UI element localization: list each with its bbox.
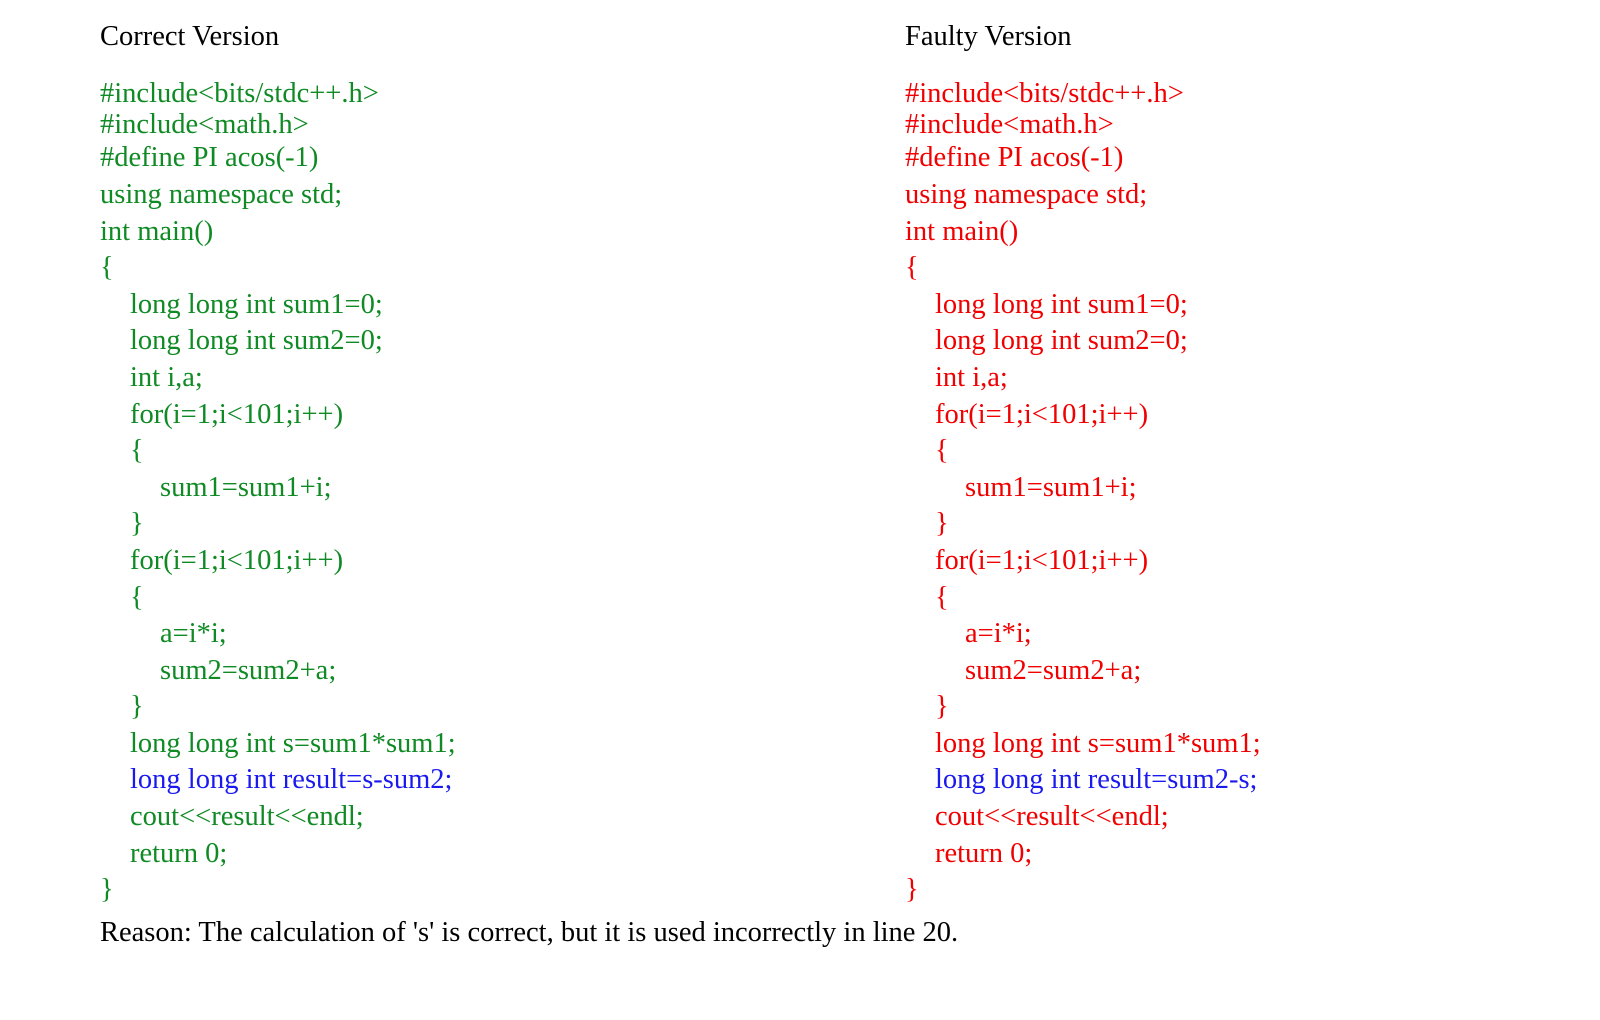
faulty-code-line: #include<math.h> [905, 109, 1114, 141]
correct-code-line: { [130, 581, 144, 613]
correct-code-line: sum1=sum1+i; [160, 471, 332, 503]
correct-code-line: a=i*i; [160, 618, 227, 650]
correct-code-line: long long int result=s-sum2; [130, 764, 453, 796]
correct-code-line: { [130, 435, 144, 467]
faulty-code-line: for(i=1;i<101;i++) [935, 398, 1149, 430]
faulty-code-line: return 0; [935, 837, 1033, 869]
faulty-code-line: { [905, 252, 919, 284]
faulty-version-title: Faulty Version [905, 21, 1072, 52]
faulty-code-line: { [935, 435, 949, 467]
correct-code-block: #include<bits/stdc++.h> #include<math.h> #… [100, 78, 860, 909]
faulty-code-line: long long int sum1=0; [935, 288, 1188, 320]
correct-code-line: #define PI acos(-1) [100, 142, 319, 174]
faulty-code-line: } [935, 508, 949, 540]
faulty-code-block: #include<bits/stdc++.h> #include<math.h> #… [905, 78, 1585, 909]
correct-code-line: int main() [100, 215, 214, 247]
correct-code-line: sum2=sum2+a; [160, 654, 337, 686]
correct-code-line: long long int sum1=0; [130, 288, 383, 320]
correct-code-line: #include<math.h> [100, 109, 309, 141]
correct-code-line: #include<bits/stdc++.h> [100, 78, 379, 109]
faulty-code-line: int i,a; [935, 361, 1008, 393]
correct-code-line: long long int s=sum1*sum1; [130, 727, 456, 759]
faulty-code-line: long long int result=sum2-s; [935, 764, 1258, 796]
correct-code-line: using namespace std; [100, 178, 343, 210]
faulty-version-column: Faulty Version #include<bits/stdc++.h> #i… [905, 18, 1585, 909]
faulty-code-line: long long int sum2=0; [935, 325, 1188, 357]
faulty-code-line: #include<bits/stdc++.h> [905, 78, 1184, 109]
faulty-code-line: #define PI acos(-1) [905, 142, 1124, 174]
correct-code-line: } [100, 874, 114, 906]
faulty-code-line: for(i=1;i<101;i++) [935, 544, 1149, 576]
faulty-code-line: } [935, 691, 949, 723]
faulty-code-line: sum1=sum1+i; [965, 471, 1137, 503]
correct-code-line: cout<<result<<endl; [130, 801, 364, 833]
faulty-code-line: cout<<result<<endl; [935, 801, 1169, 833]
faulty-code-line: using namespace std; [905, 178, 1148, 210]
faulty-code-line: { [935, 581, 949, 613]
reason-text: Reason: The calculation of 's' is correc… [100, 917, 959, 948]
faulty-code-line: long long int s=sum1*sum1; [935, 727, 1261, 759]
correct-code-line: return 0; [130, 837, 228, 869]
faulty-code-line: int main() [905, 215, 1019, 247]
correct-version-title: Correct Version [100, 21, 280, 52]
faulty-code-line: a=i*i; [965, 618, 1032, 650]
correct-version-column: Correct Version #include<bits/stdc++.h> #… [100, 18, 860, 909]
correct-code-line: } [130, 508, 144, 540]
faulty-code-line: sum2=sum2+a; [965, 654, 1142, 686]
correct-code-line: long long int sum2=0; [130, 325, 383, 357]
faulty-code-line: } [905, 874, 919, 906]
correct-code-line: for(i=1;i<101;i++) [130, 398, 344, 430]
correct-code-line: { [100, 252, 114, 284]
correct-code-line: } [130, 691, 144, 723]
correct-code-line: int i,a; [130, 361, 203, 393]
correct-code-line: for(i=1;i<101;i++) [130, 544, 344, 576]
